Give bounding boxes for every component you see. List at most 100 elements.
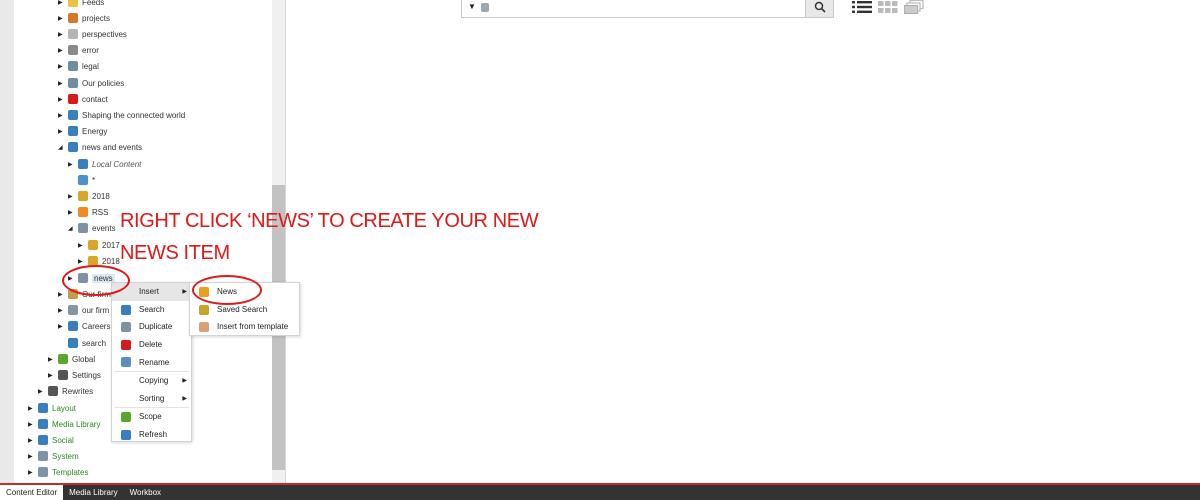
- tree-node-label[interactable]: Our policies: [82, 79, 124, 88]
- tree-node-label[interactable]: Settings: [72, 371, 101, 380]
- expand-arrow-icon[interactable]: ▶: [28, 405, 38, 412]
- context-menu-item[interactable]: Copying ▶: [112, 372, 191, 390]
- bottom-tab[interactable]: Workbox: [124, 485, 167, 500]
- expand-arrow-icon[interactable]: ▶: [28, 469, 38, 476]
- expand-arrow-icon[interactable]: ▶: [58, 31, 68, 38]
- tree-node[interactable]: ▶ error: [58, 43, 99, 57]
- tree-node[interactable]: ▶ Media Library: [28, 417, 100, 431]
- tree-node[interactable]: ▶ contact: [58, 92, 108, 106]
- tree-node[interactable]: ▶ Our policies: [58, 76, 124, 90]
- tree-node[interactable]: ▶ RSS: [68, 205, 108, 219]
- expand-arrow-icon[interactable]: ▶: [38, 388, 48, 395]
- tree-node-label[interactable]: Energy: [82, 127, 107, 136]
- tree-node[interactable]: ◢ events: [68, 221, 116, 235]
- tree-node-label[interactable]: legal: [82, 62, 99, 71]
- context-menu-item[interactable]: Search: [112, 301, 191, 319]
- tree-node-label[interactable]: our firm: [82, 306, 109, 315]
- tree-node-label[interactable]: Media Library: [52, 420, 100, 429]
- expand-arrow-icon[interactable]: ▶: [28, 453, 38, 460]
- expand-arrow-icon[interactable]: ▶: [58, 80, 68, 87]
- tree-node[interactable]: *: [68, 173, 95, 187]
- tree-node-label[interactable]: Global: [72, 355, 95, 364]
- tree-node[interactable]: ▶ Templates: [28, 465, 88, 479]
- tree-node-label[interactable]: Careers: [82, 322, 110, 331]
- tree-node-label[interactable]: error: [82, 46, 99, 55]
- bottom-tab[interactable]: Content Editor: [0, 485, 64, 500]
- tree-node[interactable]: search: [58, 336, 106, 350]
- tree-node[interactable]: ▶ 2017: [78, 238, 120, 252]
- expand-arrow-icon[interactable]: ▶: [28, 421, 38, 428]
- expand-arrow-icon[interactable]: ▶: [68, 193, 78, 200]
- expand-arrow-icon[interactable]: ▶: [58, 63, 68, 70]
- tree-node[interactable]: ▶ projects: [58, 11, 110, 25]
- tree-node-label[interactable]: System: [52, 452, 79, 461]
- tree-node-label[interactable]: 2017: [102, 241, 120, 250]
- expand-arrow-icon[interactable]: ▶: [78, 242, 88, 249]
- expand-arrow-icon[interactable]: ▶: [48, 372, 58, 379]
- tree-node-label[interactable]: *: [92, 176, 95, 185]
- tree-node-label[interactable]: Shaping the connected world: [82, 111, 185, 120]
- expand-arrow-icon[interactable]: ▶: [78, 258, 88, 265]
- tree-node-label[interactable]: news and events: [82, 143, 142, 152]
- expand-arrow-icon[interactable]: ▶: [58, 112, 68, 119]
- tree-node[interactable]: ▶ our firm: [58, 303, 109, 317]
- tree-node[interactable]: ▶ Shaping the connected world: [58, 108, 185, 122]
- context-menu-item[interactable]: Scope: [112, 408, 191, 426]
- expand-arrow-icon[interactable]: ▶: [58, 307, 68, 314]
- expand-arrow-icon[interactable]: ◢: [58, 144, 68, 151]
- tree-node[interactable]: ▶ Feeds: [58, 0, 104, 9]
- search-button[interactable]: [805, 0, 834, 18]
- search-dropdown-caret[interactable]: ▼: [468, 2, 476, 11]
- tree-node[interactable]: ▶ Careers: [58, 319, 110, 333]
- tree-node[interactable]: ▶ Local Content: [68, 157, 141, 171]
- stack-view-icon[interactable]: [904, 0, 924, 16]
- tree-node[interactable]: ▶ Global: [48, 352, 95, 366]
- details-view-icon[interactable]: [852, 0, 872, 16]
- expand-arrow-icon[interactable]: ▶: [48, 356, 58, 363]
- tree-node-label[interactable]: RSS: [92, 208, 108, 217]
- insert-menu-item[interactable]: Saved Search: [190, 301, 299, 319]
- tree-node[interactable]: ▶ System: [28, 449, 79, 463]
- insert-menu-item[interactable]: Insert from template: [190, 318, 299, 336]
- context-menu-item[interactable]: Sorting ▶: [112, 390, 191, 408]
- context-menu-item[interactable]: Duplicate: [112, 318, 191, 336]
- tree-node-label[interactable]: Layout: [52, 404, 76, 413]
- tree-node[interactable]: ▶ legal: [58, 59, 99, 73]
- context-menu-item[interactable]: Refresh: [112, 426, 191, 444]
- expand-arrow-icon[interactable]: ▶: [58, 96, 68, 103]
- tree-node-label[interactable]: events: [92, 224, 116, 233]
- tree-node[interactable]: ▶ Layout: [28, 401, 76, 415]
- tree-node[interactable]: ▶ perspectives: [58, 27, 127, 41]
- expand-arrow-icon[interactable]: ◢: [68, 225, 78, 232]
- tree-node-label[interactable]: perspectives: [82, 30, 127, 39]
- tree-node[interactable]: ▶ Settings: [48, 368, 101, 382]
- expand-arrow-icon[interactable]: ▶: [58, 0, 68, 6]
- search-input[interactable]: ▼: [461, 0, 806, 18]
- tree-node-label[interactable]: contact: [82, 95, 108, 104]
- tree-node-label[interactable]: 2018: [102, 257, 120, 266]
- bottom-tab[interactable]: Media Library: [63, 485, 123, 500]
- tree-node[interactable]: ▶ Rewrites: [38, 384, 93, 398]
- expand-arrow-icon[interactable]: ▶: [58, 323, 68, 330]
- tree-node[interactable]: ◢ news and events: [58, 140, 142, 154]
- tree-node-label[interactable]: 2018: [92, 192, 110, 201]
- expand-arrow-icon[interactable]: ▶: [28, 437, 38, 444]
- tree-node-label[interactable]: search: [82, 339, 106, 348]
- context-menu-item[interactable]: Delete: [112, 336, 191, 354]
- expand-arrow-icon[interactable]: ▶: [68, 161, 78, 168]
- tree-node-label[interactable]: Rewrites: [62, 387, 93, 396]
- expand-arrow-icon[interactable]: ▶: [68, 209, 78, 216]
- tree-node[interactable]: ▶ Energy: [58, 124, 107, 138]
- expand-arrow-icon[interactable]: ▶: [58, 47, 68, 54]
- expand-arrow-icon[interactable]: ▶: [58, 291, 68, 298]
- tree-node-label[interactable]: Feeds: [82, 0, 104, 7]
- tree-node[interactable]: ▶ Social: [28, 433, 74, 447]
- tree-node-label[interactable]: Local Content: [92, 160, 141, 169]
- tree-node-label[interactable]: Templates: [52, 468, 88, 477]
- grid-view-icon[interactable]: [878, 0, 898, 16]
- expand-arrow-icon[interactable]: ▶: [58, 128, 68, 135]
- tree-node[interactable]: ▶ 2018: [68, 189, 110, 203]
- context-menu-item[interactable]: Rename: [112, 353, 191, 371]
- tree-node-label[interactable]: Social: [52, 436, 74, 445]
- expand-arrow-icon[interactable]: ▶: [58, 15, 68, 22]
